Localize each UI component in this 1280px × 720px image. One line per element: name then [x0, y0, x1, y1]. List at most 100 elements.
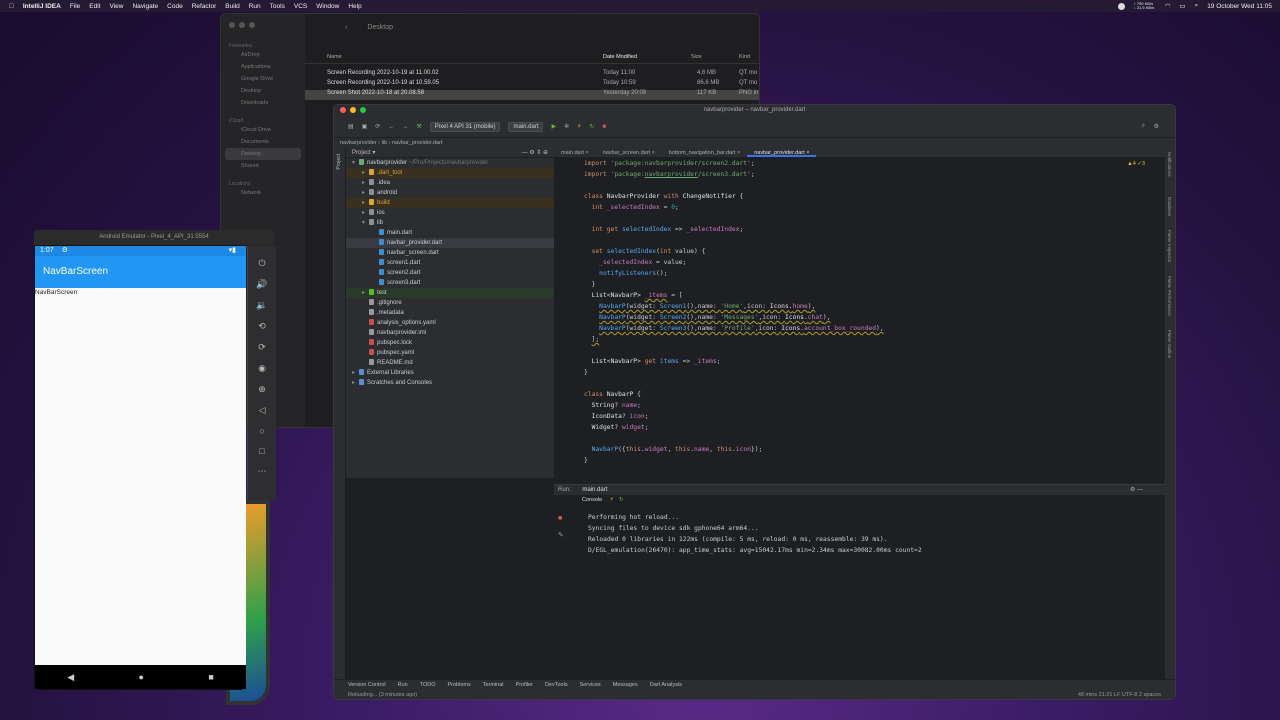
expand-arrow-icon[interactable]: ▾ [362, 218, 369, 228]
minimize-icon[interactable] [350, 107, 356, 113]
volume-down-icon[interactable]: 🔉 [256, 300, 267, 311]
file-row[interactable]: Screen Recording 2022-10-19 at 11.00.02 T… [305, 70, 759, 80]
tool-run[interactable]: Run [398, 682, 408, 688]
column-date[interactable]: Date Modified [603, 54, 637, 60]
power-icon[interactable]: ⏻ [258, 258, 265, 269]
clock[interactable]: 19 October Wed 11:05 [1207, 3, 1272, 10]
tool-devtools[interactable]: DevTools [545, 682, 568, 688]
battery-icon[interactable]: ▭ [1179, 2, 1185, 10]
expand-arrow-icon[interactable]: ▾ [352, 158, 359, 168]
flutter-inspector-icon[interactable]: Flutter Inspector [1167, 230, 1172, 263]
wifi-icon[interactable]: ◠ [1165, 2, 1171, 10]
tree-item-navbarprovider-iml[interactable]: navbarprovider.iml [346, 328, 554, 338]
hot-reload-icon[interactable]: ⚡ [610, 497, 614, 503]
hot-reload-icon[interactable]: ⚡ [577, 123, 581, 130]
hot-restart-icon[interactable]: ↻ [619, 497, 624, 503]
tree-item-ios[interactable]: ▸ ios [346, 208, 554, 218]
breadcrumb-lib[interactable]: lib [382, 140, 388, 146]
tree-item-pubspec-lock[interactable]: pubspec.lock [346, 338, 554, 348]
tool-version-control[interactable]: Version Control [348, 682, 386, 688]
tool-todo[interactable]: TODO [420, 682, 436, 688]
code-area[interactable]: import 'package:navbarprovider/screen2.d… [584, 158, 1151, 478]
sidebar-item-google-drive[interactable]: Google Drive [221, 73, 305, 85]
tab-navbar-screen-dart[interactable]: navbar_screen.dart × [596, 148, 662, 157]
tree-item-build[interactable]: ▸ build [346, 198, 554, 208]
tool-profiler[interactable]: Profiler [516, 682, 533, 688]
menu-item-tools[interactable]: Tools [270, 3, 285, 10]
menu-item-refactor[interactable]: Refactor [192, 3, 217, 10]
status-right[interactable]: 48 mins 21:21 LF UTF-8 2 spaces [1078, 690, 1161, 699]
zoom-icon[interactable] [360, 107, 366, 113]
nav-home-icon[interactable]: ● [139, 672, 144, 682]
expand-arrow-icon[interactable]: ▸ [362, 288, 369, 298]
zoom-icon[interactable]: ⊕ [258, 384, 266, 395]
sidebar-item-network[interactable]: Network [221, 187, 305, 199]
sidebar-item-icloud-drive[interactable]: iCloud Drive [221, 124, 305, 136]
stop-icon[interactable]: ■ [602, 124, 606, 130]
tree-item-gitignore[interactable]: .gitignore [346, 298, 554, 308]
close-icon[interactable] [229, 22, 235, 28]
database-icon[interactable]: Database [1167, 197, 1172, 216]
tree-item-screen3-dart[interactable]: screen3.dart [346, 278, 554, 288]
menu-item-view[interactable]: View [110, 3, 124, 10]
nav-back-icon[interactable]: ◀ [67, 672, 74, 683]
back-icon[interactable]: ◁ [259, 405, 266, 416]
debug-icon[interactable]: ✲ [564, 123, 569, 130]
sidebar-item-documents[interactable]: Documents [221, 136, 305, 148]
volume-up-icon[interactable]: 🔊 [256, 279, 267, 290]
sidebar-item-airdrop[interactable]: AirDrop [221, 49, 305, 61]
console-tab[interactable]: Console [582, 497, 602, 503]
close-icon[interactable] [340, 107, 346, 113]
menu-item-vcs[interactable]: VCS [294, 3, 307, 10]
expand-arrow-icon[interactable]: ▸ [362, 168, 369, 178]
expand-arrow-icon[interactable]: ▸ [362, 178, 369, 188]
tab-bottom-navigation-bar-dart[interactable]: bottom_navigation_bar.dart × [662, 148, 747, 157]
expand-arrow-icon[interactable]: ▸ [362, 208, 369, 218]
project-label[interactable]: Project [352, 150, 371, 156]
zoom-icon[interactable] [249, 22, 255, 28]
menu-item-window[interactable]: Window [316, 3, 339, 10]
tree-item-lib[interactable]: ▾ lib [346, 218, 554, 228]
run-settings-icon[interactable]: ⚙ — [1130, 485, 1143, 495]
flutter-performance-icon[interactable]: Flutter Performance [1167, 276, 1172, 316]
stop-icon[interactable]: ■ [558, 515, 568, 522]
tab-navbar-provider-dart[interactable]: navbar_provider.dart × [747, 148, 817, 157]
device-selector[interactable]: Pixel 4 API 31 (mobile) [429, 121, 501, 132]
search-icon[interactable]: ⌕ [1195, 2, 1199, 10]
settings-icon[interactable]: ⚙ [1154, 123, 1159, 130]
overview-icon[interactable]: □ [259, 446, 264, 456]
open-folder-icon[interactable]: ▤ [348, 123, 354, 130]
tree-item-metadata[interactable]: .metadata [346, 308, 554, 318]
tree-item-navbarprovider[interactable]: ▾ navbarprovider ~/Pro/Projects/navbarpro… [346, 158, 554, 168]
breadcrumb-project[interactable]: navbarprovider [340, 140, 377, 146]
minimize-icon[interactable] [239, 22, 245, 28]
menu-item-run[interactable]: Run [249, 3, 261, 10]
tree-item-dart-tool[interactable]: ▸ .dart_tool [346, 168, 554, 178]
column-kind[interactable]: Kind [739, 54, 750, 60]
project-tool-icon[interactable]: Project [336, 154, 342, 170]
menu-item-edit[interactable]: Edit [89, 3, 100, 10]
tree-item-screen1-dart[interactable]: screen1.dart [346, 258, 554, 268]
sidebar-item-applications[interactable]: Applications [221, 61, 305, 73]
tool-messages[interactable]: Messages [613, 682, 638, 688]
build-icon[interactable]: ⚒ [416, 123, 421, 130]
pin-icon[interactable]: ✎ [558, 531, 568, 539]
menu-item-build[interactable]: Build [225, 3, 239, 10]
tree-item-pubspec-yaml[interactable]: pubspec.yaml [346, 348, 554, 358]
tree-item-readme-md[interactable]: README.md [346, 358, 554, 368]
console-output[interactable]: Performing hot reload... Syncing files to… [588, 512, 922, 556]
sidebar-item-desktop[interactable]: Desktop [221, 85, 305, 97]
menu-item-navigate[interactable]: Navigate [132, 3, 158, 10]
column-size[interactable]: Size [691, 54, 702, 60]
file-row[interactable]: Screen Shot 2022-10-18 at 20.08.58 Yester… [305, 90, 759, 100]
expand-arrow-icon[interactable]: ▸ [362, 188, 369, 198]
expand-arrow-icon[interactable]: ▸ [352, 368, 359, 378]
forward-icon[interactable]: → [402, 124, 408, 130]
tree-item-screen2-dart[interactable]: screen2.dart [346, 268, 554, 278]
more-icon[interactable]: ⋯ [258, 466, 267, 477]
tree-item-idea[interactable]: ▸ .idea [346, 178, 554, 188]
sidebar-item-downloads[interactable]: Downloads [221, 97, 305, 109]
sidebar-item-desktop[interactable]: Desktop [225, 148, 301, 160]
nav-recents-icon[interactable]: ■ [208, 672, 213, 682]
menu-item-file[interactable]: File [70, 3, 80, 10]
